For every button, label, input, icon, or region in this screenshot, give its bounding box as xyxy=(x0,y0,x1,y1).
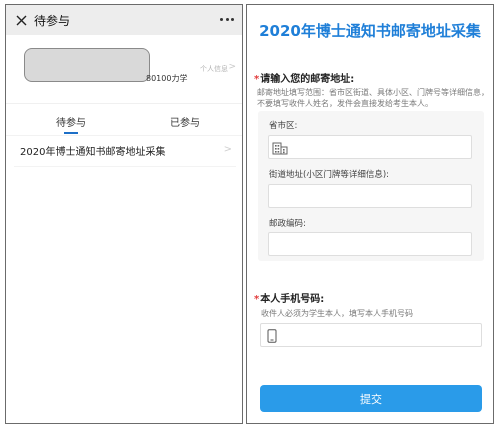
chevron-right-icon: > xyxy=(223,144,232,155)
tab-completed[interactable]: 已参与 xyxy=(170,114,200,129)
profile-card[interactable]: 80100力学 个人信息 > xyxy=(6,35,242,103)
top-bar: 待参与 xyxy=(6,5,242,35)
submit-button[interactable]: 提交 xyxy=(260,385,482,412)
form-title: 2020年博士通知书邮寄地址采集 xyxy=(259,22,481,40)
phone-icon xyxy=(267,329,277,343)
phone-input[interactable] xyxy=(260,323,482,347)
address-field-group: 省市区: 街道地址(小区门牌等详细信息): 邮政编码: xyxy=(258,111,484,261)
question-1-text: 请输入您的邮寄地址: xyxy=(260,74,355,85)
question-2-text: 本人手机号码: xyxy=(260,294,325,305)
left-panel: 待参与 80100力学 个人信息 > 待参与 已参与 2020年博士通知书邮寄地… xyxy=(5,4,243,424)
tab-bar: 待参与 已参与 xyxy=(6,109,242,135)
list-item[interactable]: 2020年博士通知书邮寄地址采集 > xyxy=(6,136,242,164)
school-text: 80100力学 xyxy=(146,74,188,83)
more-icon[interactable] xyxy=(220,13,234,25)
question-2-label: *本人手机号码: xyxy=(254,290,324,305)
building-icon xyxy=(272,142,288,155)
close-icon[interactable] xyxy=(14,13,28,27)
question-1-label: *请输入您的邮寄地址: xyxy=(254,70,354,85)
required-mark: * xyxy=(254,294,260,305)
tab-pending[interactable]: 待参与 xyxy=(56,114,86,129)
postal-code-label: 邮政编码: xyxy=(269,219,306,229)
province-label: 省市区: xyxy=(269,121,298,131)
divider xyxy=(6,103,242,104)
list-item-title: 2020年博士通知书邮寄地址采集 xyxy=(20,146,166,158)
street-address-label: 街道地址(小区门牌等详细信息): xyxy=(269,170,389,180)
question-1-description: 邮寄地址填写范围：省市区街道、具体小区、门牌号等详细信息，不要填写收件人姓名，发… xyxy=(257,88,489,108)
page-title: 待参与 xyxy=(34,13,71,28)
redacted-name-box xyxy=(24,48,150,82)
chevron-right-icon: > xyxy=(228,62,236,72)
street-address-input[interactable] xyxy=(268,184,472,208)
postal-code-input[interactable] xyxy=(268,232,472,256)
profile-info-link[interactable]: 个人信息 xyxy=(200,64,228,74)
right-panel: 2020年博士通知书邮寄地址采集 *请输入您的邮寄地址: 邮寄地址填写范围：省市… xyxy=(246,4,494,424)
divider xyxy=(14,166,236,167)
active-tab-indicator xyxy=(64,132,78,134)
required-mark: * xyxy=(254,74,260,85)
province-select[interactable] xyxy=(268,135,472,159)
question-2-description: 收件人必须为学生本人，填写本人手机号码 xyxy=(261,309,413,318)
